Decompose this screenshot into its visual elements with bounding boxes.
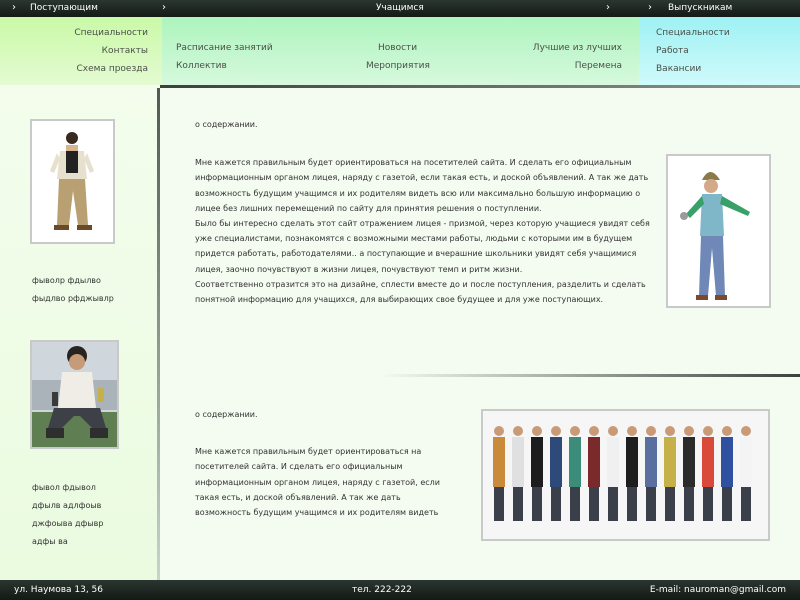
menu-item-staff[interactable]: Коллектив xyxy=(176,61,227,71)
sidebar-text-line: фывол фдывол xyxy=(32,483,96,492)
footer: ул. Наумова 13, 56 тел. 222-222 E-mail: … xyxy=(0,580,800,600)
content-block: о содержании. Мне кажется правильным буд… xyxy=(195,117,655,307)
paragraph-line: уже специалистами, познакомятся с возмож… xyxy=(195,234,633,244)
chevron-right-icon[interactable]: › xyxy=(648,0,652,17)
menu-item-contacts[interactable]: Контакты xyxy=(102,46,148,56)
applicants-menu: Специальности Контакты Схема проезда xyxy=(0,17,162,85)
sidebar-text-block: фыволр фдылво фыдлво рфджывлр xyxy=(32,272,114,308)
chevron-right-icon[interactable]: › xyxy=(12,0,16,17)
horizontal-divider xyxy=(380,374,800,377)
menu-item-schedule[interactable]: Расписание занятий xyxy=(176,43,273,53)
content-heading: о содержании. xyxy=(195,120,258,129)
nav-applicants[interactable]: Поступающим xyxy=(30,0,98,17)
chevron-right-icon[interactable]: › xyxy=(606,0,610,17)
menu-item-specialties[interactable]: Специальности xyxy=(656,28,730,38)
footer-address: ул. Наумова 13, 56 xyxy=(14,585,104,595)
paragraph-line: такая есть, и доской объявлений. А так ж… xyxy=(195,492,401,502)
menu-item-vacancies[interactable]: Вакансии xyxy=(656,64,701,74)
paragraph-line: лицее без лишних перемещений по сайту дл… xyxy=(195,203,542,213)
paragraph-line: Соответственно отразится это на дизайне,… xyxy=(195,279,646,289)
menu-item-events[interactable]: Мероприятия xyxy=(366,61,430,71)
menu-item-news[interactable]: Новости xyxy=(378,43,417,53)
paragraph-line: Мне кажется правильным будет ориентирова… xyxy=(195,447,422,457)
sidebar-text-block: фывол фдывол дфылв адлфоыв джфоыва дфывр… xyxy=(32,479,103,551)
student-photo xyxy=(30,119,115,244)
students-menu: Расписание занятий Коллектив Новости Мер… xyxy=(162,17,639,85)
paragraph-line: Мне кажется правильным будет ориентирова… xyxy=(195,158,632,168)
paragraph-line: информационным органом лицея, наряду с г… xyxy=(195,173,649,183)
vertical-divider xyxy=(157,88,160,580)
paragraph-line: Было бы интересно сделать этот сайт отра… xyxy=(195,219,650,229)
paragraph-line: посетителей сайта. И сделать его официал… xyxy=(195,462,403,472)
student-photo xyxy=(30,340,119,449)
graduates-menu: Специальности Работа Вакансии xyxy=(639,17,800,85)
sidebar-text-line: фыдлво рфджывлр xyxy=(32,294,114,303)
sidebar-text-line: дфылв адлфоыв xyxy=(32,501,102,510)
professions-group-photo xyxy=(481,409,770,541)
sidebar-text-line: джфоыва дфывр xyxy=(32,519,104,528)
horizontal-divider xyxy=(160,85,800,88)
sidebar-text-line: адфы ва xyxy=(32,537,68,546)
menu-item-break[interactable]: Перемена xyxy=(575,61,622,71)
content-block: о содержании. Мне кажется правильным буд… xyxy=(195,407,475,520)
paragraph-line: понятной информацию для учащихся, для вы… xyxy=(195,295,604,305)
top-nav-bar: › Поступающим › Учащимся › › Выпускникам xyxy=(0,0,800,17)
footer-email[interactable]: E-mail: nauroman@gmail.com xyxy=(650,580,786,600)
menu-item-best[interactable]: Лучшие из лучших xyxy=(533,43,622,53)
sidebar-text-line: фыволр фдылво xyxy=(32,276,101,285)
chevron-right-icon[interactable]: › xyxy=(162,0,166,17)
content-heading: о содержании. xyxy=(195,410,258,419)
footer-phone: тел. 222-222 xyxy=(352,585,412,595)
paragraph-line: возможность будущим учащимся и их родите… xyxy=(195,188,641,198)
paragraph-line: лицея, заочно почувствуют в жизни лицея,… xyxy=(195,264,523,274)
nav-students[interactable]: Учащимся xyxy=(376,0,424,17)
paragraph-line: возможность будущим учащимся и их родите… xyxy=(195,508,439,518)
menu-item-work[interactable]: Работа xyxy=(656,46,689,56)
paragraph-line: информационным органом лицея, наряду с г… xyxy=(195,477,440,487)
student-photo xyxy=(666,154,771,308)
menu-item-route-map[interactable]: Схема проезда xyxy=(77,64,148,74)
nav-graduates[interactable]: Выпускникам xyxy=(668,0,732,17)
paragraph-line: придется работать, работодателями.. а по… xyxy=(195,249,637,259)
menu-item-specialties[interactable]: Специальности xyxy=(74,28,148,38)
